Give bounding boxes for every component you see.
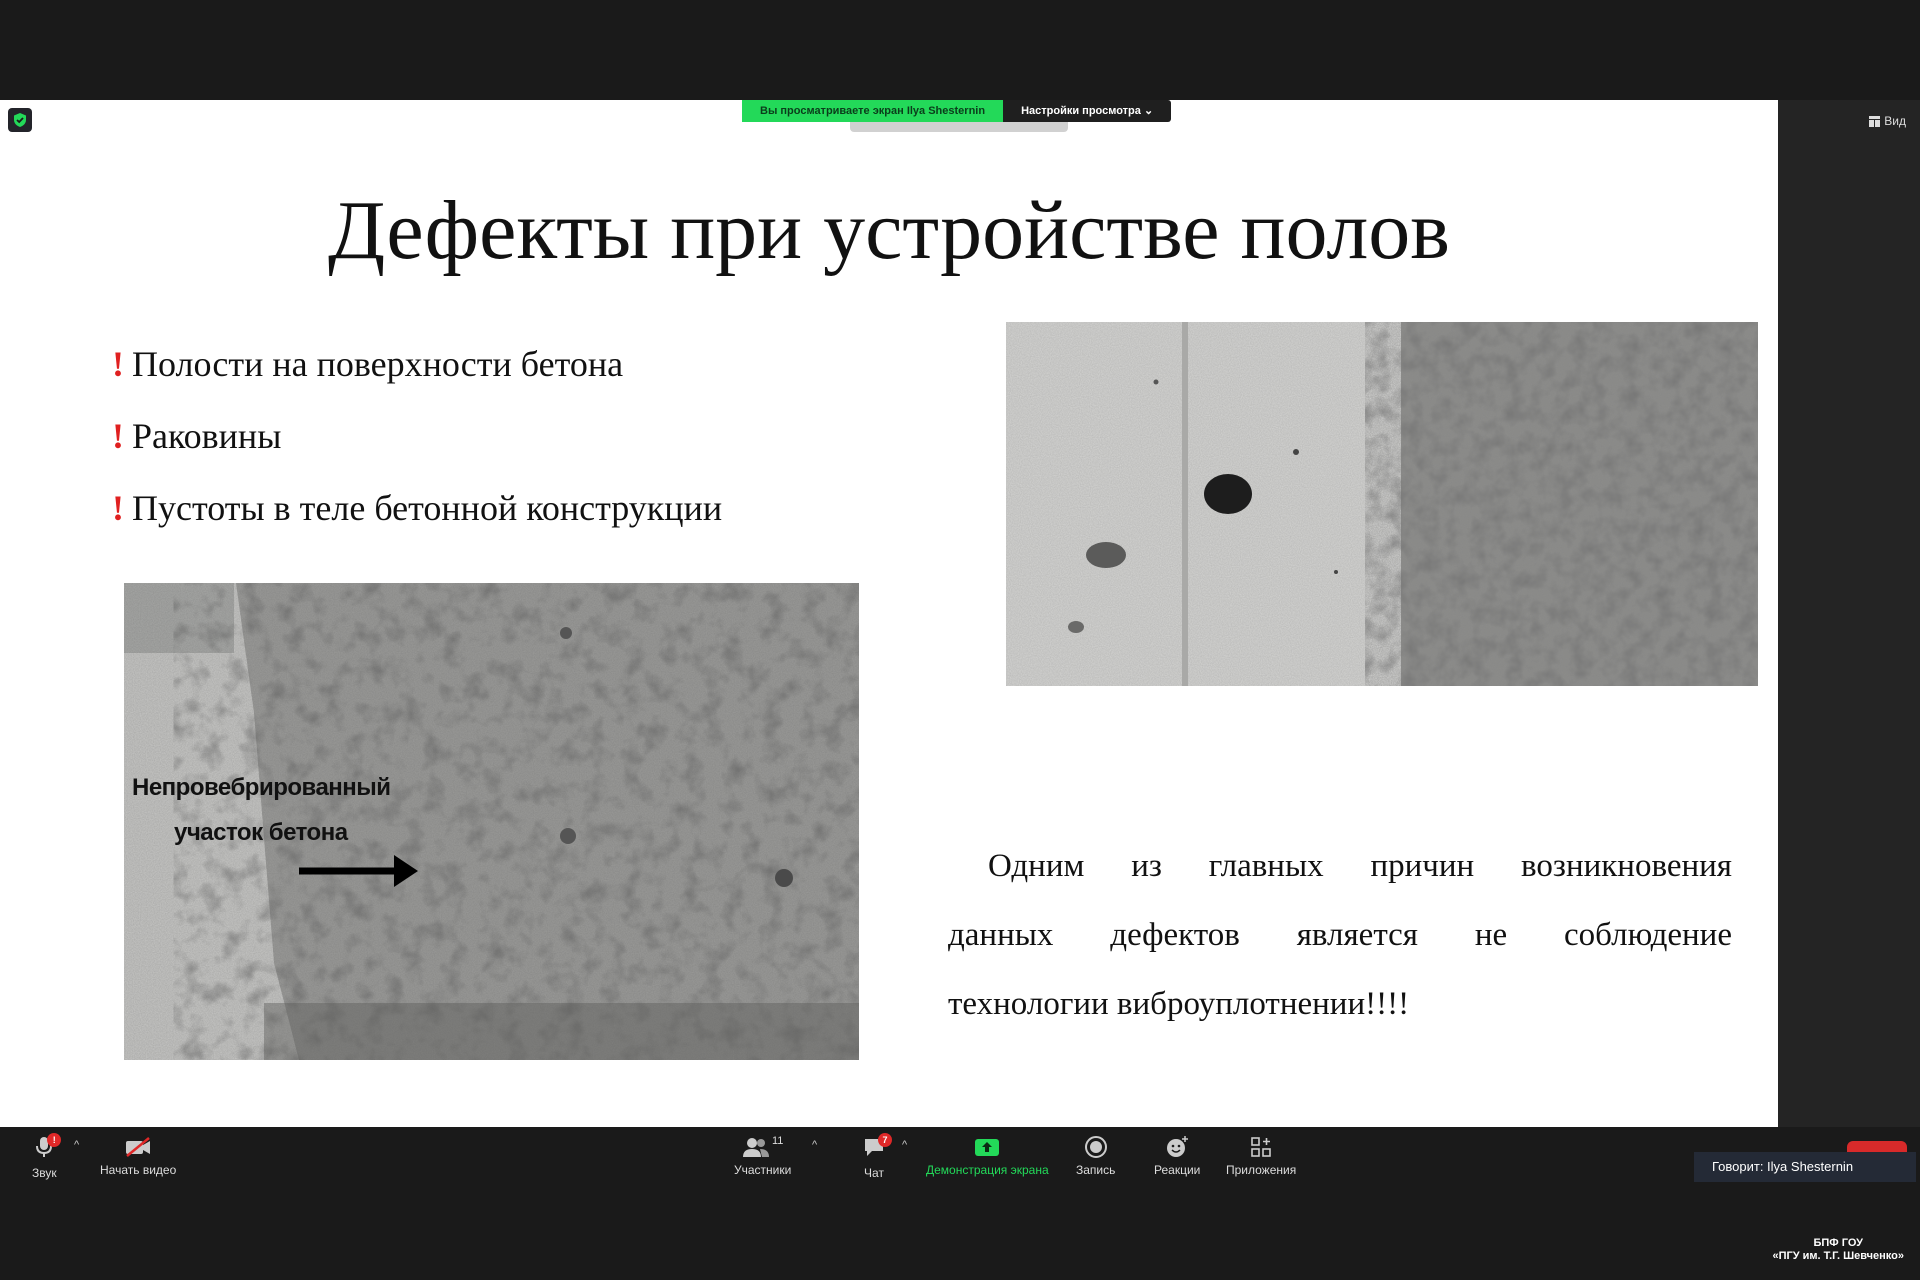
exclamation-icon: ! <box>112 416 124 456</box>
photo-caption-line1: Непровебрированный <box>132 774 391 801</box>
word: данных <box>948 917 1054 953</box>
reactions-button[interactable]: Реакции <box>1154 1135 1200 1177</box>
record-icon <box>1084 1136 1107 1158</box>
view-options-dropdown[interactable]: Настройки просмотра ⌄ <box>1003 100 1172 122</box>
photo-caption-line2: участок бетона <box>174 819 348 846</box>
bullet-list: ! Полости на поверхности бетона ! Раковины… <box>112 328 722 544</box>
apps-icon <box>1251 1137 1271 1157</box>
share-banner-text: Вы просматриваете экран Ilya Shesternin <box>742 100 1004 122</box>
bullet-text: Пустоты в теле бетонной конструкции <box>132 488 723 528</box>
audio-warning-badge: ! <box>47 1133 62 1147</box>
view-button-label: Вид <box>1884 114 1906 128</box>
reactions-label: Реакции <box>1154 1163 1201 1177</box>
word: возникновения <box>1521 848 1732 884</box>
word: Одним <box>988 848 1085 884</box>
record-label: Запись <box>1076 1163 1116 1177</box>
participants-icon <box>742 1138 769 1157</box>
photo-caption: Непровебрированный участок бетона <box>132 765 391 855</box>
paragraph-line-1: Одним из главных причин возникновения <box>948 832 1732 901</box>
apps-button[interactable]: Приложения <box>1226 1135 1296 1177</box>
watermark-line2: «ПГУ им. Т.Г. Шевченко» <box>1772 1250 1904 1262</box>
audio-options-caret[interactable]: ^ <box>74 1139 79 1151</box>
apps-label: Приложения <box>1226 1163 1297 1177</box>
word: дефектов <box>1110 917 1240 953</box>
audio-button[interactable]: ! Звук <box>32 1133 62 1180</box>
concrete-defects-photo <box>1006 322 1758 686</box>
share-screen-button[interactable]: Демонстрация экрана <box>926 1135 1049 1177</box>
video-button[interactable]: Начать видео <box>100 1135 176 1177</box>
word: из <box>1131 848 1162 884</box>
record-button[interactable]: Запись <box>1076 1135 1115 1177</box>
chevron-down-icon: ⌄ <box>1143 105 1154 117</box>
security-shield-icon[interactable] <box>8 108 32 132</box>
meeting-toolbar: ! Звук ^ Начать видео 11 Участники ^ 7 Ч… <box>0 1127 1920 1280</box>
smiley-icon <box>1167 1136 1189 1157</box>
word: причин <box>1370 848 1475 884</box>
unvibrated-concrete-photo: Непровебрированный участок бетона <box>124 583 859 1060</box>
chat-label: Чат <box>864 1166 884 1180</box>
paragraph-line-3: технологии виброуплотнении!!!! <box>948 986 1410 1022</box>
slide-paragraph: Одним из главных причин возникновения да… <box>948 832 1732 1039</box>
bullet-item: ! Раковины <box>112 400 722 472</box>
shared-screen: Вы просматриваете экран Ilya Shesternin … <box>0 100 1778 1127</box>
participants-count: 11 <box>771 1135 784 1147</box>
exclamation-icon: ! <box>112 344 124 384</box>
bullet-item: ! Пустоты в теле бетонной конструкции <box>112 472 722 544</box>
view-options-label: Настройки просмотра <box>1021 105 1141 117</box>
participants-button[interactable]: 11 Участники <box>734 1135 791 1177</box>
bullet-item: ! Полости на поверхности бетона <box>112 328 722 400</box>
word: главных <box>1208 848 1324 884</box>
screen-share-banner: Вы просматриваете экран Ilya Shesternin … <box>742 100 1172 122</box>
audio-label: Звук <box>32 1166 57 1180</box>
right-side-panel: Вид <box>1778 100 1920 1127</box>
video-off-icon <box>126 1137 151 1157</box>
word: не <box>1474 917 1508 953</box>
chat-button[interactable]: 7 Чат <box>862 1133 892 1180</box>
watermark-line1: БПФ ГОУ <box>1813 1237 1863 1249</box>
meeting-time-tooltip <box>850 122 1068 132</box>
top-black-bar <box>0 0 1920 100</box>
share-screen-label: Демонстрация экрана <box>926 1163 1049 1177</box>
watermark: БПФ ГОУ «ПГУ им. Т.Г. Шевченко» <box>1772 1237 1904 1263</box>
share-screen-icon <box>975 1139 1000 1156</box>
paragraph-line-2: данных дефектов является не соблюдение <box>948 901 1732 970</box>
slide-title: Дефекты при устройстве полов <box>328 184 1450 277</box>
video-label: Начать видео <box>100 1163 177 1177</box>
grid-view-icon <box>1869 115 1881 127</box>
chat-options-caret[interactable]: ^ <box>902 1139 907 1151</box>
participants-options-caret[interactable]: ^ <box>812 1139 817 1151</box>
active-speaker-label: Говорит: Ilya Shesternin <box>1694 1152 1916 1182</box>
chat-unread-badge: 7 <box>878 1133 892 1147</box>
view-button[interactable]: Вид <box>1869 114 1906 128</box>
participants-label: Участники <box>734 1163 792 1177</box>
word: соблюдение <box>1564 917 1732 953</box>
bullet-text: Полости на поверхности бетона <box>132 344 624 384</box>
word: является <box>1296 917 1418 953</box>
exclamation-icon: ! <box>112 488 124 528</box>
bullet-text: Раковины <box>132 416 282 456</box>
